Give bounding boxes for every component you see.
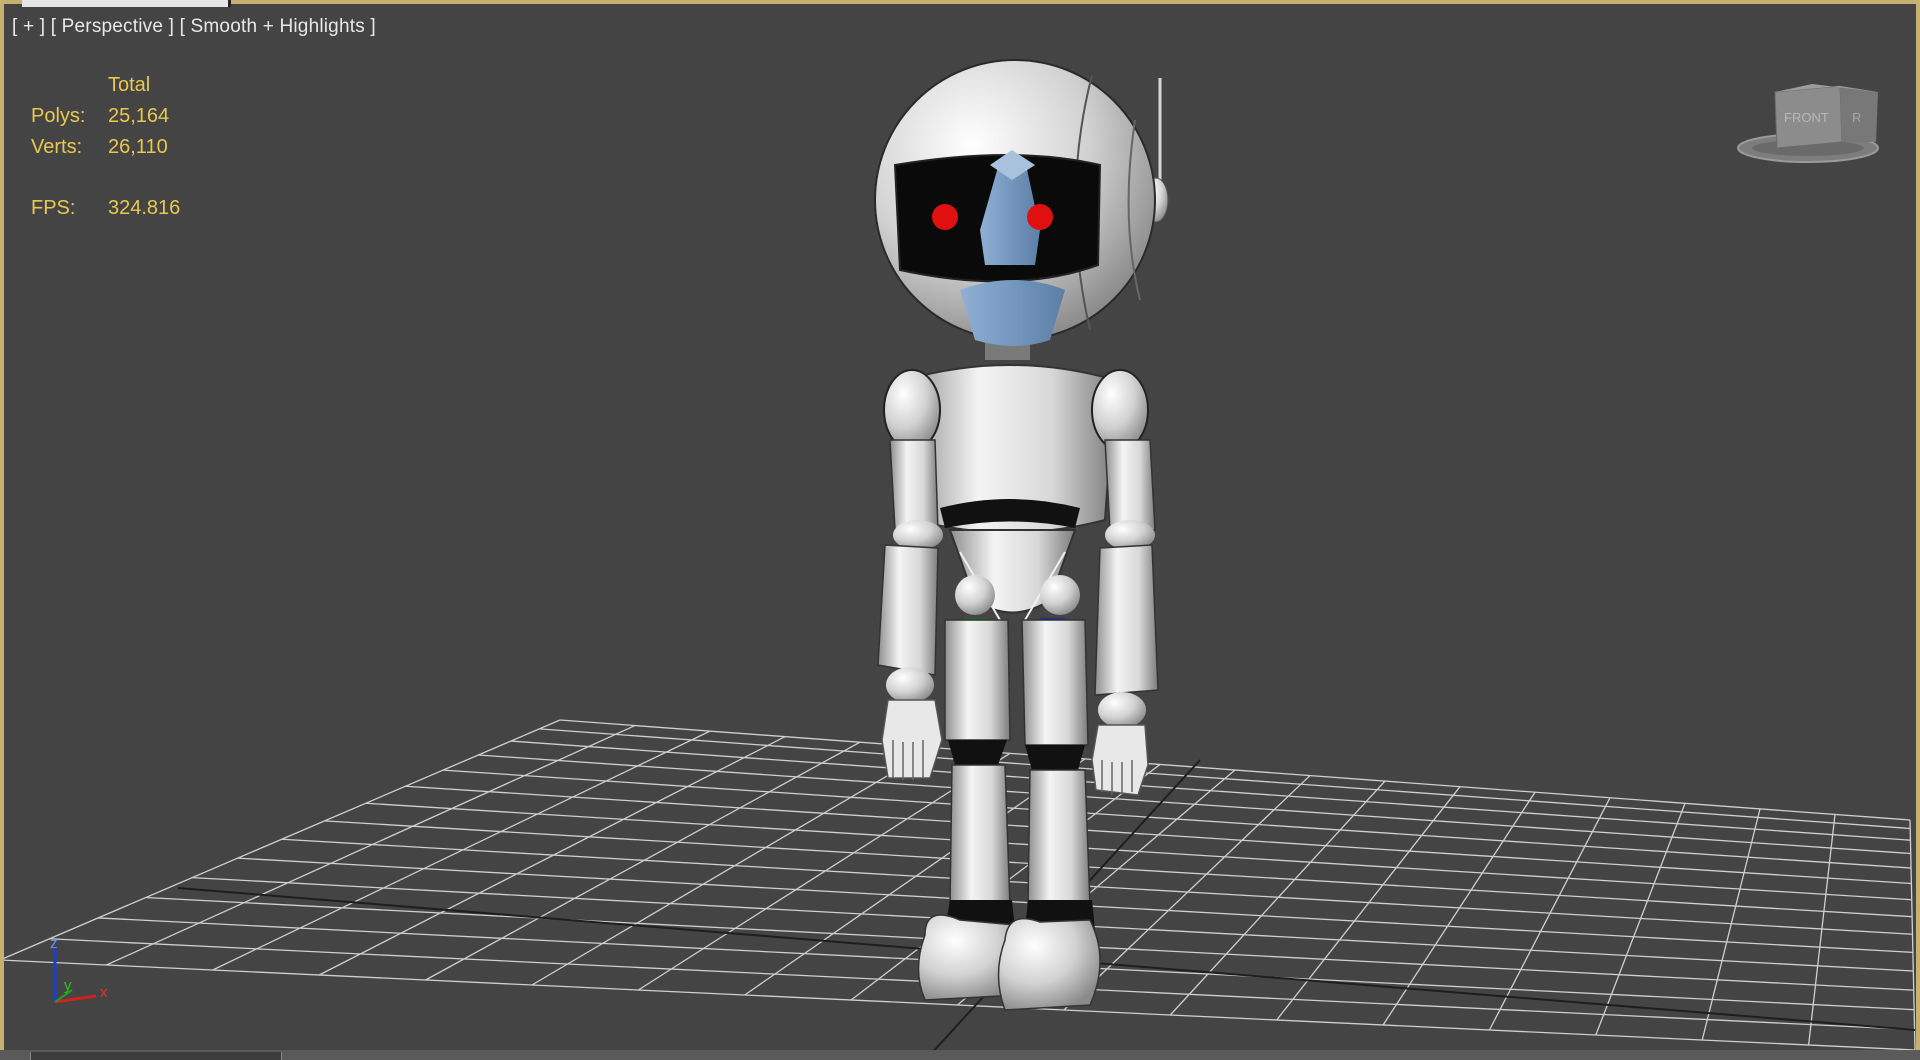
active-viewport-border [0, 0, 1920, 1060]
bottom-strip [0, 1050, 1920, 1060]
top-tab-strip[interactable] [22, 0, 231, 7]
bottom-strip-segment[interactable] [30, 1052, 282, 1060]
